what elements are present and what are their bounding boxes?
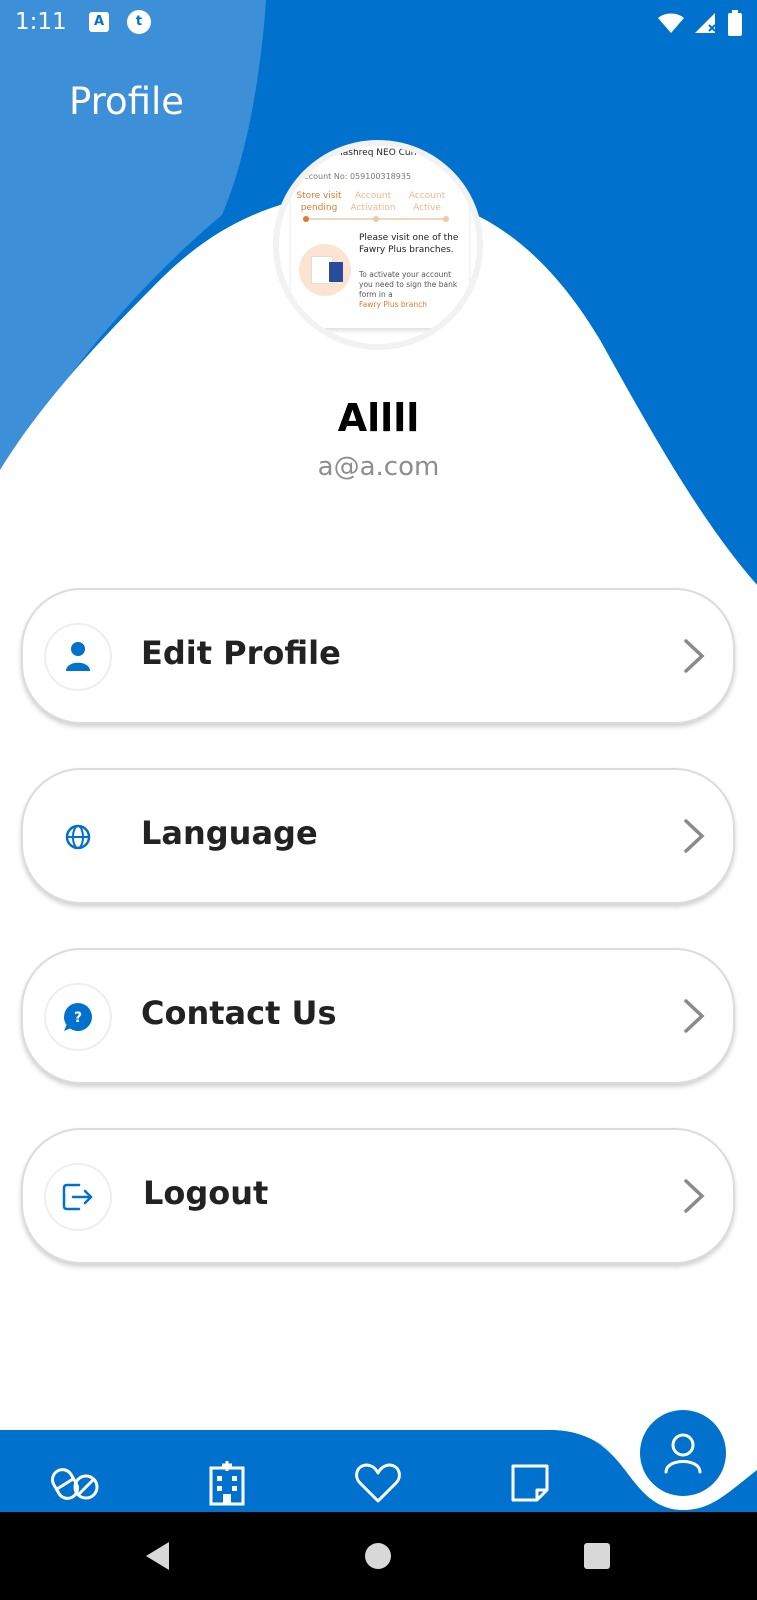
logout-label: Logout: [143, 1174, 269, 1212]
app-notification-icon: t: [127, 10, 151, 34]
translate-notification-icon: A: [89, 12, 109, 32]
person-icon: [66, 642, 90, 671]
preview-illustration: [299, 244, 351, 296]
contact-us-button[interactable]: ? Contact Us: [21, 948, 735, 1084]
chevron-right-icon: [684, 999, 705, 1033]
preview-message-title: Please visit one of the Fawry Plus branc…: [359, 233, 459, 255]
profile-icon: [664, 1433, 702, 1474]
nav-notes[interactable]: [502, 1455, 558, 1511]
note-icon: [511, 1464, 549, 1502]
user-email: a@a.com: [317, 452, 440, 482]
wifi-icon: [658, 13, 684, 33]
logout-button[interactable]: Logout: [21, 1128, 735, 1264]
preview-line1: Mashreq NEO Curre: [335, 148, 424, 158]
home-circle-icon: [365, 1543, 391, 1569]
chevron-right-icon: [684, 1179, 705, 1213]
status-time: 1:11: [15, 9, 67, 35]
chevron-right-icon: [684, 819, 705, 853]
back-triangle-icon: [146, 1542, 169, 1570]
nav-pharmacy[interactable]: [48, 1455, 104, 1511]
status-icons: [657, 10, 743, 36]
edit-profile-button[interactable]: Edit Profile: [21, 588, 735, 724]
user-name: Allll: [337, 396, 420, 440]
page-title: Profile: [69, 80, 185, 123]
preview-message-body: To activate your account you need to sig…: [359, 270, 458, 299]
person-icon-container: [44, 623, 112, 691]
back-button[interactable]: [138, 1536, 178, 1576]
hospital-building-icon: [209, 1461, 245, 1506]
globe-icon: [65, 824, 91, 850]
language-button[interactable]: Language: [21, 768, 735, 904]
preview-step-3: Account Active: [408, 191, 446, 213]
globe-icon-container: [44, 803, 112, 871]
recents-button[interactable]: [577, 1536, 617, 1576]
logout-icon: [62, 1183, 93, 1211]
home-button[interactable]: [358, 1536, 398, 1576]
status-bar: 1:11 A t: [0, 0, 757, 46]
pills-icon: [51, 1468, 99, 1500]
avatar[interactable]: Mashreq NEO Curre unt Account No: 059100…: [279, 146, 477, 344]
preview-message-link: Fawry Plus branch: [359, 300, 427, 309]
help-icon-container: ?: [44, 983, 112, 1051]
contact-us-label: Contact Us: [141, 994, 337, 1032]
nav-profile-active[interactable]: [640, 1410, 726, 1496]
preview-account-no: Account No: 059100318935: [299, 172, 412, 181]
nav-favorites[interactable]: [350, 1455, 406, 1511]
language-label: Language: [141, 814, 318, 852]
edit-profile-label: Edit Profile: [141, 634, 341, 672]
preview-progress-line: [303, 216, 449, 222]
nav-hospitals[interactable]: [199, 1455, 255, 1511]
svg-text:?: ?: [74, 1010, 82, 1026]
avatar-preview-card: Mashreq NEO Curre unt Account No: 059100…: [291, 146, 469, 328]
chevron-right-icon: [684, 639, 705, 673]
battery-icon: [728, 10, 742, 36]
logout-icon-container: [44, 1163, 112, 1231]
signal-icon: [695, 13, 716, 33]
recents-square-icon: [584, 1543, 610, 1569]
help-chat-icon: ?: [63, 1003, 92, 1031]
heart-icon: [355, 1463, 401, 1503]
preview-step-2: Account Activation: [350, 191, 396, 213]
preview-step-1: Store visit pending: [296, 191, 342, 213]
preview-line2: unt: [301, 160, 316, 170]
